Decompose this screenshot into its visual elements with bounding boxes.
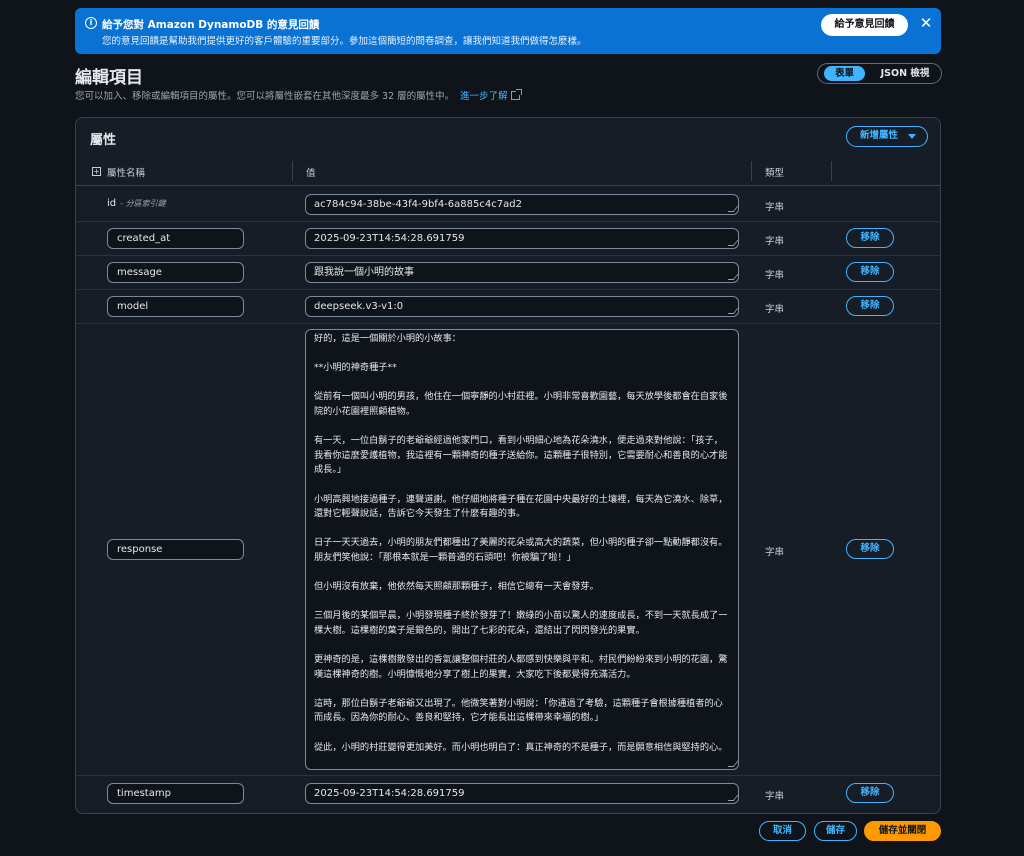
attribute-type: 字串 — [765, 547, 785, 558]
attribute-name-input[interactable]: model — [107, 296, 244, 317]
remove-button[interactable]: 移除 — [846, 228, 894, 248]
remove-button[interactable]: 移除 — [846, 296, 894, 316]
column-divider — [751, 161, 752, 181]
info-icon: i — [85, 17, 97, 29]
table-header: + 屬性名稱 值 類型 — [76, 158, 940, 186]
attribute-name-input[interactable]: created_at — [107, 228, 244, 249]
page-title: 編輯項目 — [75, 68, 143, 88]
add-attribute-button[interactable]: 新增屬性 — [846, 126, 928, 147]
attribute-name-text: id — [107, 198, 117, 209]
attribute-name-input[interactable]: response — [107, 539, 244, 560]
attribute-value-text: deepseek.v3-v1:0 — [314, 301, 404, 312]
attributes-title: 屬性 — [90, 133, 117, 148]
table-row: message 跟我說一個小明的故事 字串 移除 — [76, 256, 940, 290]
resize-handle-icon[interactable] — [727, 308, 738, 314]
partition-key-label: - 分區索引鍵 — [120, 199, 166, 208]
column-header-value: 值 — [306, 168, 316, 179]
attribute-type: 字串 — [765, 304, 785, 315]
view-toggle: 表單 JSON 檢視 — [817, 63, 942, 84]
attribute-value-input[interactable]: ac784c94-38be-43f4-9bf4-6a885c4c7ad2 — [305, 194, 739, 215]
resize-handle-icon[interactable] — [727, 206, 738, 212]
page-description-text: 您可以加入、移除或編輯項目的屬性。您可以將屬性嵌套在其他深度最多 32 層的屬性… — [75, 91, 455, 102]
remove-button[interactable]: 移除 — [846, 783, 894, 803]
attribute-type: 字串 — [765, 202, 785, 213]
resize-handle-icon[interactable] — [727, 761, 738, 767]
save-and-close-button[interactable]: 儲存並關閉 — [864, 821, 941, 841]
table-row: model deepseek.v3-v1:0 字串 移除 — [76, 290, 940, 324]
attribute-value-text: 2025-09-23T14:54:28.691759 — [314, 233, 465, 244]
give-feedback-button[interactable]: 給予意見回饋 — [821, 14, 908, 36]
feedback-banner: i 給予您對 Amazon DynamoDB 的意見回饋 您的意見回饋是幫助我們… — [75, 8, 941, 54]
attribute-type: 字串 — [765, 791, 785, 802]
attribute-value-text: ac784c94-38be-43f4-9bf4-6a885c4c7ad2 — [314, 199, 522, 210]
attribute-value-input[interactable]: 2025-09-23T14:54:28.691759 — [305, 783, 739, 804]
table-row: id - 分區索引鍵 ac784c94-38be-43f4-9bf4-6a885c… — [76, 187, 940, 222]
attribute-name-id: id - 分區索引鍵 — [107, 198, 166, 209]
json-view-option[interactable]: JSON 檢視 — [872, 66, 938, 81]
remove-button[interactable]: 移除 — [846, 539, 894, 559]
attribute-value-text: 2025-09-23T14:54:28.691759 — [314, 788, 465, 799]
attribute-value-input[interactable]: deepseek.v3-v1:0 — [305, 296, 739, 317]
close-icon[interactable]: ✕ — [917, 13, 935, 33]
resize-handle-icon[interactable] — [727, 240, 738, 246]
attribute-value-text: 好的，這是一個關於小明的小故事： **小明的神奇種子** 從前有一個叫小明的男孩… — [314, 333, 728, 753]
column-header-type: 類型 — [765, 168, 785, 179]
column-divider — [831, 161, 832, 181]
attribute-type: 字串 — [765, 236, 785, 247]
attribute-name-input[interactable]: timestamp — [107, 783, 244, 804]
attributes-panel: 屬性 新增屬性 + 屬性名稱 值 類型 id - 分區索引鍵 ac784c94-3… — [75, 117, 941, 814]
resize-handle-icon[interactable] — [727, 795, 738, 801]
resize-handle-icon[interactable] — [727, 274, 738, 280]
banner-description: 您的意見回饋是幫助我們提供更好的客戶體驗的重要部分。參加這個簡短的問卷調查，讓我… — [102, 36, 587, 47]
attribute-type: 字串 — [765, 270, 785, 281]
column-header-name: 屬性名稱 — [107, 168, 146, 179]
table-row: timestamp 2025-09-23T14:54:28.691759 字串 … — [76, 776, 940, 810]
attribute-value-input[interactable]: 跟我說一個小明的故事 — [305, 262, 739, 283]
attribute-name-input[interactable]: message — [107, 262, 244, 283]
banner-title: 給予您對 Amazon DynamoDB 的意見回饋 — [102, 19, 320, 31]
table-row: created_at 2025-09-23T14:54:28.691759 字串… — [76, 222, 940, 256]
column-divider — [292, 161, 293, 181]
remove-button[interactable]: 移除 — [846, 262, 894, 282]
external-link-icon — [510, 89, 522, 100]
caret-down-icon — [908, 134, 916, 139]
attribute-value-input[interactable]: 2025-09-23T14:54:28.691759 — [305, 228, 739, 249]
add-attribute-label: 新增屬性 — [860, 130, 899, 141]
attribute-value-textarea[interactable]: 好的，這是一個關於小明的小故事： **小明的神奇種子** 從前有一個叫小明的男孩… — [305, 329, 739, 770]
save-button[interactable]: 儲存 — [814, 821, 857, 841]
expand-all-icon[interactable]: + — [92, 167, 101, 176]
table-row: response 好的，這是一個關於小明的小故事： **小明的神奇種子** 從前… — [76, 324, 940, 776]
learn-more-link[interactable]: 進一步了解 — [460, 91, 508, 102]
cancel-button[interactable]: 取消 — [759, 821, 806, 841]
attribute-value-text: 跟我說一個小明的故事 — [314, 267, 414, 278]
form-view-option[interactable]: 表單 — [824, 66, 865, 81]
page-description: 您可以加入、移除或編輯項目的屬性。您可以將屬性嵌套在其他深度最多 32 層的屬性… — [75, 88, 522, 102]
